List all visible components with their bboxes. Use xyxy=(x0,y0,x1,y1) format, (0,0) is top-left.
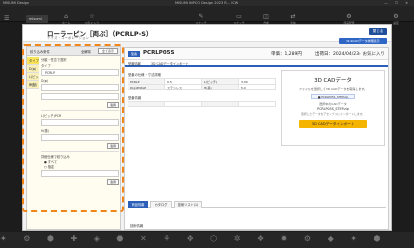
product-dialog: ローラーピン［両ぶ］（PCRLP-S） イイズ・コーポレーション 閉じる W-4… xyxy=(22,24,392,231)
part-number: PCRLP05S xyxy=(143,50,175,56)
main-toolbar: ☰ misumi ⌂ ホーム ☆ お気に入り ✎ スケッチ ▭ スケッチ ◫ 合… xyxy=(0,6,414,25)
settings-icon: ⚙ xyxy=(393,13,399,20)
cad-title: 3D CADデータ xyxy=(314,78,352,84)
type-select[interactable]: PCRLP xyxy=(41,69,119,76)
parts-icon: ⚙ xyxy=(346,13,352,20)
cad-import-button[interactable]: 3D CADデータインポート xyxy=(299,119,367,128)
convert-icon: ⇄ xyxy=(290,13,296,20)
spec-row: D(φ)PCRLP ステンレス H(基) 5.0 xyxy=(128,84,276,90)
clear-all-link[interactable]: 全解除 xyxy=(81,49,91,54)
filter-content: 分類・任意で選択 タイプ PCRLP D(φ) 適用 L(ピッチ)PCR H(基… xyxy=(41,57,119,187)
favorite-button[interactable]: ☆ お気に入り xyxy=(357,51,385,57)
cad-file-name: PCRLP05S_STEP.zip xyxy=(317,107,349,111)
tab-catalog[interactable]: カタログ xyxy=(150,201,172,208)
h-select[interactable] xyxy=(41,134,119,141)
product-tabbar: 型番情報 3D CADデータインポート xyxy=(125,60,388,67)
apply-button-2[interactable]: 適用 xyxy=(107,143,119,149)
apply-button[interactable]: 適用 xyxy=(107,102,119,108)
cad-note: 選択したデータをアセンブリにインポートします。 xyxy=(301,112,365,116)
cad-file-option[interactable]: ■ PCRLP05S_STEP.zip xyxy=(311,94,355,99)
dialog-subtitle: イイズ・コーポレーション xyxy=(47,36,89,40)
lpitch-select[interactable] xyxy=(41,119,119,126)
category-h[interactable]: H(基) xyxy=(27,81,39,89)
spec-select[interactable] xyxy=(41,170,119,177)
tab-cad-import[interactable]: 3D CADデータインポート xyxy=(151,61,189,66)
parts-icons[interactable]: ✦ ⚙ ⬢ ✚ ◈ ⬣ ✕ ⚘ ✥ ⬡ ✲ ❖ ✹ ⚙ ◆ ✦ ⬢ xyxy=(0,234,388,243)
d-select[interactable] xyxy=(41,84,119,91)
product-detail: 型番 PCRLP05S 単価：1,289円 出荷日：2024/04/23 ☆ お… xyxy=(124,47,389,230)
part-number-badge: 型番 xyxy=(128,51,140,57)
menu-icon[interactable]: ☰ xyxy=(4,15,12,23)
show-all-button[interactable]: 全て表示 xyxy=(98,48,118,54)
close-button[interactable]: 閉じる xyxy=(369,28,387,35)
sketch-icon: ▭ xyxy=(236,13,242,20)
info-tabs: 商品情報 カタログ 技術リスト(1) xyxy=(128,201,386,208)
filter-panel-header: 絞り込み条件 全解除 全て表示 xyxy=(27,47,120,56)
combine-icon: ◫ xyxy=(263,13,269,20)
star-icon: ☆ xyxy=(89,13,95,20)
category-type[interactable]: タイプ xyxy=(27,57,39,65)
tab-tech-list[interactable]: 技術リスト(1) xyxy=(174,201,202,208)
cad-description: ファイルを選択して3D CADデータを取得します。 xyxy=(298,87,368,91)
app-window: MISUMI Design MISUMI INPCO Design 2023 R… xyxy=(0,0,414,248)
cad-detail-button[interactable]: W-4CADデータ詳細表示 xyxy=(339,38,387,44)
apply-button-3[interactable]: 適用 xyxy=(107,179,119,185)
category-list: タイプ D(φ) L(ピッチ) H(基) xyxy=(27,57,39,89)
spec-row: PCRLP 0.5 L(ピッチ) 3.00 xyxy=(128,78,276,84)
tab-part-info[interactable]: 型番情報 xyxy=(128,61,141,66)
parts-palette: ✦ ⚙ ⬢ ✚ ◈ ⬣ ✕ ⚘ ✥ ⬡ ✲ ❖ ✹ ⚙ ◆ ✦ ⬢ xyxy=(0,232,414,248)
ship-date: 出荷日：2024/04/23 xyxy=(315,52,359,57)
tech-info-label: 技術情報 xyxy=(130,224,144,228)
spec-table: 型番の仕様・寸法詳細 PCRLP 0.5 L(ピッチ) 3.00 D(φ)PCR… xyxy=(128,70,276,107)
filter-panel: 絞り込み条件 全解除 全て表示 タイプ D(φ) L(ピッチ) H(基) 分類・… xyxy=(26,46,121,230)
cad-panel: 3D CADデータ ファイルを選択して3D CADデータを取得します。 ■ PC… xyxy=(281,70,385,146)
home-icon: ⌂ xyxy=(64,13,68,20)
spec-row xyxy=(128,101,276,107)
filter-heading: 絞り込み条件 xyxy=(30,50,50,54)
window-controls[interactable]: — ☐ ✕ xyxy=(384,1,411,5)
tab-product-info[interactable]: 商品情報 xyxy=(128,201,148,208)
category-d[interactable]: D(φ) xyxy=(27,65,39,73)
product-header: 型番 PCRLP05S 単価：1,289円 出荷日：2024/04/23 ☆ お… xyxy=(125,48,388,60)
dialog-header: ローラーピン［両ぶ］（PCRLP-S） イイズ・コーポレーション 閉じる xyxy=(23,25,391,42)
logo: misumi xyxy=(26,15,48,23)
unit-price: 単価：1,289円 xyxy=(271,52,302,57)
category-l[interactable]: L(ピッチ) xyxy=(27,73,39,87)
d-select-2[interactable] xyxy=(41,93,119,100)
pencil-icon: ✎ xyxy=(198,13,204,20)
cad-selected-label: 選択中のCADデータ xyxy=(319,102,347,106)
